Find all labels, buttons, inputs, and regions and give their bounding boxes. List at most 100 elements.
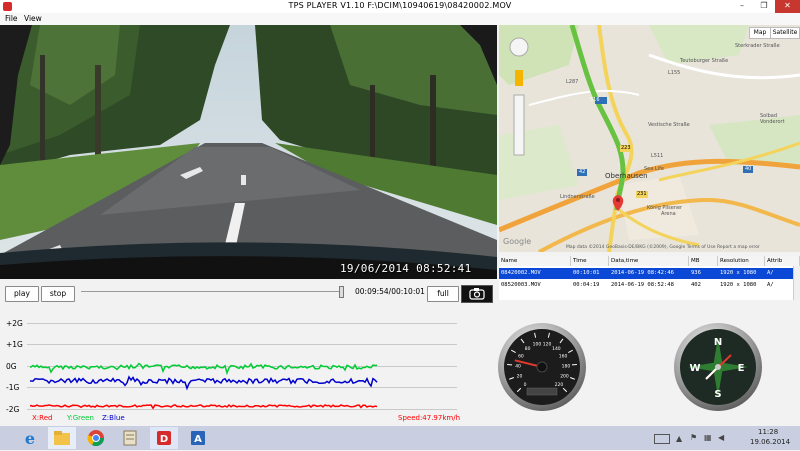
speed-tick-label: 0 [524,382,527,388]
col-resolution[interactable]: Resolution [718,256,765,266]
menu-view[interactable]: View [24,13,42,25]
speed-tick-label: 220 [555,382,564,388]
clock-time[interactable]: 11:28 [758,428,778,436]
fullscreen-button[interactable]: full [427,286,459,302]
speed-tick-label: 200 [560,373,569,379]
file-list-header: Name Time Data,time MB Resolution Attrib [499,256,800,266]
snapshot-button[interactable] [461,285,493,303]
table-row[interactable]: 08420002.MOV 00:10:01 2014-06-19 08:42:4… [499,268,793,279]
map-label-l155: L155 [668,70,680,76]
video-frame[interactable] [0,25,497,279]
compass-s: S [714,389,721,400]
clock-date[interactable]: 19.06.2014 [750,438,790,446]
speed-tick-label: 40 [515,363,521,369]
map-tab-satellite[interactable]: Satellite [770,27,800,39]
speed-tick-label: 20 [517,373,523,379]
minimize-button[interactable]: – [731,0,753,13]
col-name[interactable]: Name [499,256,571,266]
cell-mb: 402 [689,280,718,291]
map-label-lindner: Lindnerstraße [560,194,595,200]
table-row[interactable]: 08520003.MOV 00:04:19 2014-06-19 08:52:4… [499,280,793,291]
paint-icon [116,427,144,449]
cell-resolution: 1920 x 1080 [718,268,765,279]
col-mb[interactable]: MB [689,256,718,266]
app-icon: A [184,427,212,449]
speed-tick-label: 140 [552,346,561,352]
level-label: +1G [6,340,23,349]
explorer-icon [48,427,76,449]
cell-datetime: 2014-06-19 08:52:48 [609,280,689,291]
map-label-vestische: Vestische Straße [648,122,690,128]
video-timestamp: 19/06/2014 08:52:41 [340,262,472,275]
speed-tick-label: 100 [533,342,542,348]
legend-z: Z:Blue [102,414,125,422]
map-shield-231: 231 [637,191,647,197]
volume-icon[interactable]: ◀ [718,433,724,442]
ie-icon: e [16,427,44,449]
chrome-icon [82,427,110,449]
dashcam-scene [0,25,497,279]
compass-n: N [714,337,722,348]
speedometer-dial: 020 40 6080100120140160 180 200 220 [497,322,587,412]
taskbar-app[interactable] [82,427,110,449]
cell-name: 08420002.MOV [499,268,571,279]
stop-button[interactable]: stop [41,286,75,302]
play-button[interactable]: play [5,286,39,302]
tray-arrow-icon[interactable]: ▲ [676,434,682,443]
map-tab-map[interactable]: Map [749,27,771,39]
gridline [27,344,457,345]
speed-tick-label: 80 [525,346,531,352]
level-label: 0G [6,362,17,371]
keyboard-icon[interactable] [654,434,670,444]
cell-resolution: 1920 x 1080 [718,280,765,291]
col-time[interactable]: Time [571,256,609,266]
tps-player-icon: D [150,427,178,449]
compass-gauge: N E S W [673,322,763,412]
cell-name: 08520003.MOV [499,280,571,291]
col-attrib[interactable]: Attrib [765,256,800,266]
map-city-label: Oberhausen [605,172,648,180]
cell-attrib: A/ [765,280,793,291]
map-view[interactable] [499,25,800,252]
speed-tick-label: 160 [559,353,568,359]
map-attribution[interactable]: Map data ©2014 GeoBasis-DE/BKG (©2009), … [566,245,760,250]
speed-tick-label: 180 [562,363,571,369]
map-canvas [499,25,800,252]
google-logo: Google [503,237,531,246]
start-button[interactable] [0,427,12,449]
map-shield-42: 42 [579,169,585,175]
close-button[interactable]: ✕ [775,0,800,13]
menu-file[interactable]: File [5,13,18,25]
cell-attrib: A/ [765,268,793,279]
svg-text:D: D [160,434,168,445]
camera-icon [462,286,492,302]
z-trace [30,377,377,388]
map-label-arena: Arena [661,211,676,217]
taskbar-app[interactable]: e [16,427,44,449]
menu-bar [0,13,800,25]
level-label: -2G [6,405,19,414]
speed-tick-label: 60 [518,353,524,359]
maximize-button[interactable]: ❐ [753,0,775,13]
flag-icon[interactable]: ⚑ [690,433,697,442]
taskbar-app[interactable] [48,427,76,449]
seek-handle[interactable] [339,286,344,298]
compass-w: W [689,363,700,374]
seek-bar[interactable] [81,291,343,292]
map-label-sea-life: Sea Life [644,166,664,172]
taskbar-app[interactable]: D [150,427,178,449]
legend-x: X:Red [32,414,52,422]
speed-tick-label: 120 [543,342,552,348]
map-shield-40: 40 [745,166,751,172]
taskbar-app[interactable] [116,427,144,449]
file-list-scrollbar[interactable] [793,266,800,300]
svg-text:A: A [194,434,202,445]
col-datetime[interactable]: Data,time [609,256,689,266]
network-icon[interactable]: ▦ [704,433,712,442]
window-title: TPS PLAYER V1.10 F:\DCIM\10940619\084200… [0,1,800,10]
level-label: +2G [6,319,23,328]
cell-datetime: 2014-06-19 08:42:46 [609,268,689,279]
svg-text:e: e [25,429,35,448]
taskbar-app[interactable]: A [184,427,212,449]
map-label-sterkrader: Sterkrader Straße [735,43,780,49]
